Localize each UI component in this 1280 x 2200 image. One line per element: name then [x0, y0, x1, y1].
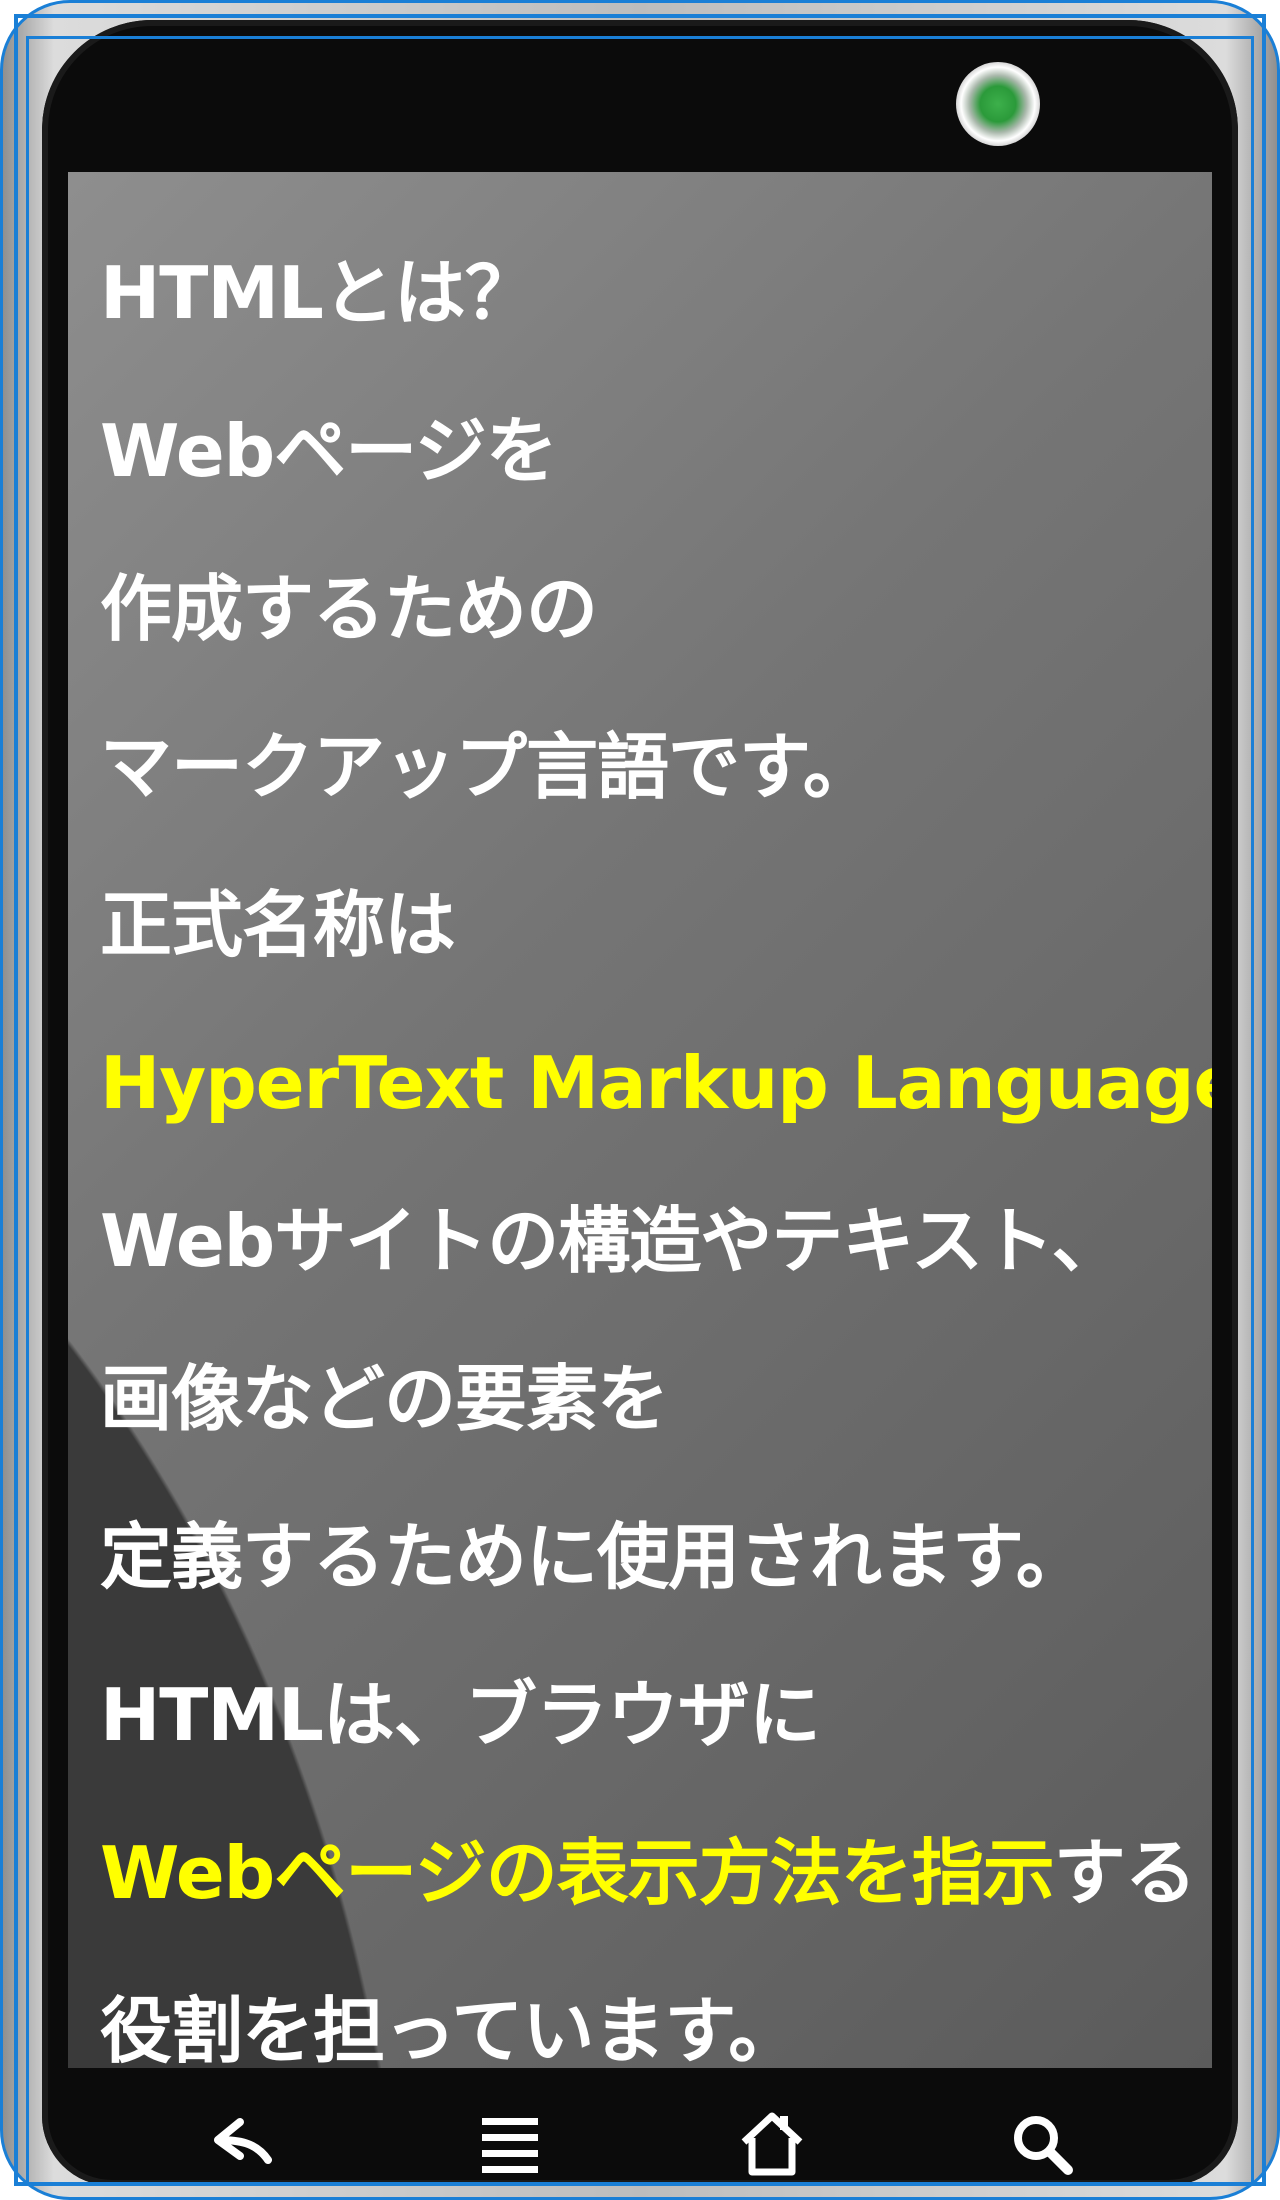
back-button[interactable] — [208, 2108, 280, 2180]
phone-screen: HTMLとは？ Webページを 作成するための マークアップ言語です。 正式名称… — [68, 172, 1212, 2068]
screen-text: HTMLとは？ Webページを 作成するための マークアップ言語です。 正式名称… — [100, 214, 1212, 2068]
text-line: 役割を担っています。 — [100, 1989, 800, 2068]
text-suffix: する — [1053, 1831, 1197, 1915]
search-icon — [1014, 2116, 1073, 2175]
text-line: 作成するための — [100, 567, 598, 651]
text-line: HTMLは、ブラウザに — [100, 1673, 821, 1757]
text-line: Webページの表示方法を指示する — [100, 1794, 1212, 1952]
text-line: Webページを — [100, 409, 558, 493]
navigation-bar — [42, 2068, 1238, 2186]
text-line: HyperText Markup Languageで、 — [100, 1004, 1212, 1162]
text-line: 定義するために使用されます。 — [100, 1515, 1088, 1599]
menu-button[interactable] — [474, 2108, 546, 2180]
camera-icon — [956, 62, 1040, 146]
highlighted-text: Webページの表示方法を指示 — [100, 1831, 1055, 1915]
home-button[interactable] — [736, 2108, 808, 2180]
text-line: 画像などの要素を — [100, 1357, 669, 1441]
search-button[interactable] — [1006, 2108, 1078, 2180]
text-line: Webサイトの構造やテキスト、 — [100, 1199, 1124, 1283]
home-icon — [741, 2112, 803, 2176]
back-arrow-icon — [214, 2118, 272, 2164]
text-line: 正式名称は — [100, 883, 456, 967]
highlighted-text: HyperText Markup Language — [100, 1041, 1212, 1125]
text-line: HTMLとは？ — [100, 251, 537, 335]
menu-icon — [482, 2118, 538, 2173]
text-line: マークアップ言語です。 — [100, 725, 875, 809]
